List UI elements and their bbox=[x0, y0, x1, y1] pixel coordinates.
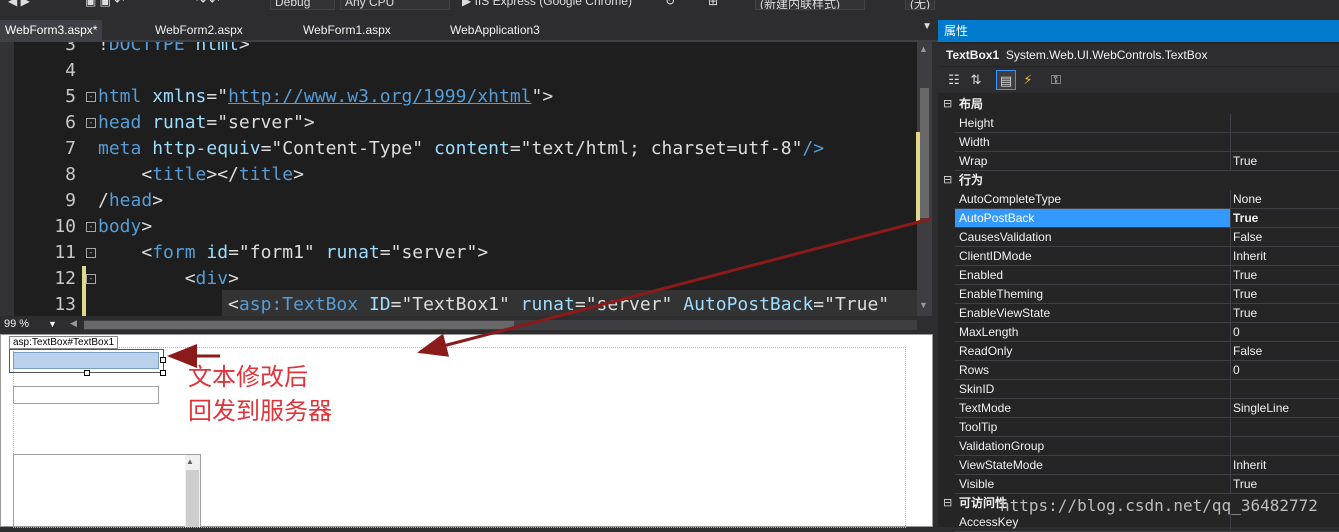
annotation-arrows bbox=[167, 217, 931, 368]
arrow-to-design-surface bbox=[417, 217, 931, 357]
watermark: https://blog.csdn.net/qq_36482772 bbox=[1000, 496, 1318, 515]
